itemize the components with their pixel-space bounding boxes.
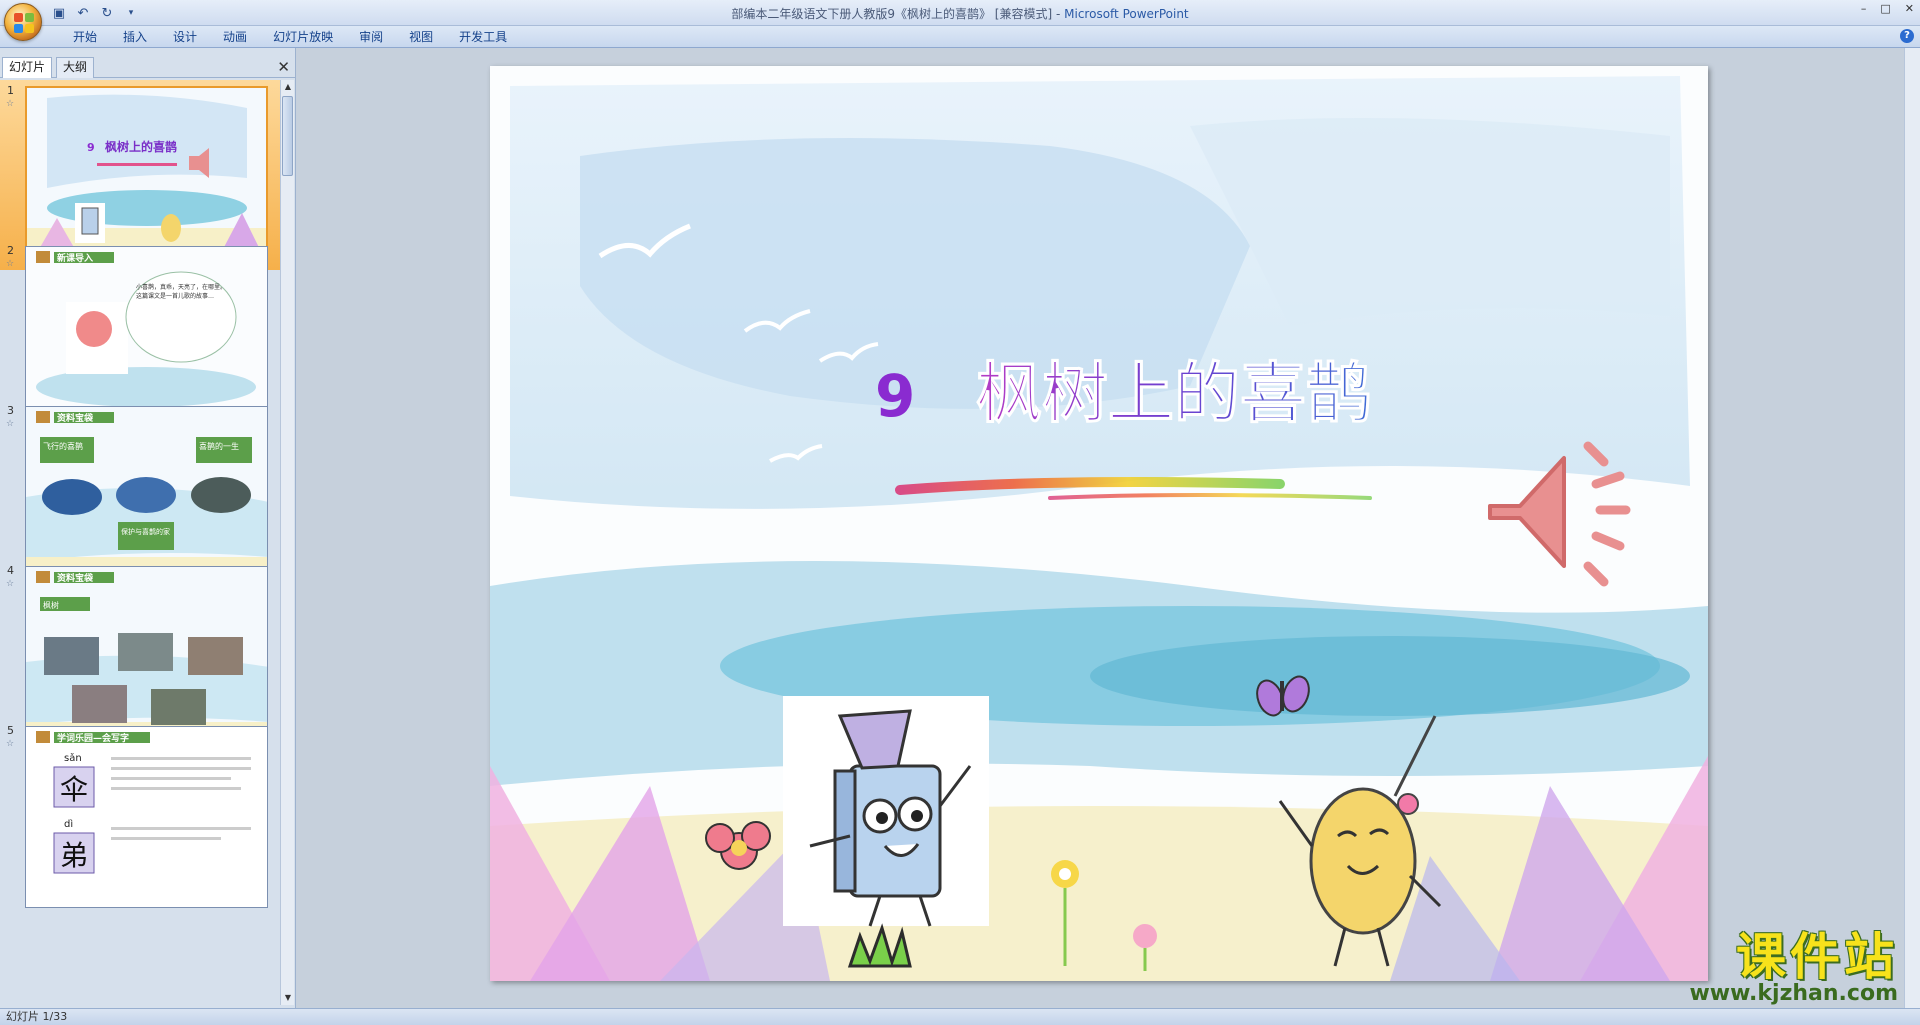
thumb-number: 2 [7, 244, 14, 257]
help-icon[interactable]: ? [1900, 29, 1914, 43]
slides-panel: 幻灯片 大纲 ✕ 1 ☆ 9 枫树上的喜鹊 2 ☆ 新课导入 小喜鹊，真乖，天亮… [0, 48, 296, 1008]
tab-slideshow[interactable]: 幻灯片放映 [260, 29, 346, 45]
ribbon: 开始 插入 设计 动画 幻灯片放映 审阅 视图 开发工具 ? [0, 26, 1920, 48]
current-slide[interactable]: 9 枫树上的喜鹊 [490, 66, 1708, 981]
close-button[interactable]: ✕ [1905, 2, 1914, 15]
thumb-label-a: 枫树 [43, 600, 59, 610]
thumb-char-2: 弟 [60, 839, 88, 872]
scroll-down-icon[interactable]: ▼ [281, 991, 295, 1005]
app-name: Microsoft PowerPoint [1064, 7, 1189, 21]
thumb-header: 新课导入 [57, 252, 93, 264]
tab-insert[interactable]: 插入 [110, 29, 160, 45]
ribbon-tabs: 开始 插入 设计 动画 幻灯片放映 审阅 视图 开发工具 [60, 29, 520, 45]
slide-editor: 9 枫树上的喜鹊 [296, 48, 1904, 1008]
tab-view[interactable]: 视图 [396, 29, 446, 45]
window-controls: – □ ✕ [1861, 2, 1914, 15]
thumb-pinyin-2: dì [64, 818, 73, 830]
thumb-pinyin-1: sǎn [64, 752, 82, 764]
slide-counter: 幻灯片 1/33 [6, 1010, 68, 1023]
slide-title: 枫树上的喜鹊 [976, 355, 1372, 432]
minimize-button[interactable]: – [1861, 2, 1867, 15]
transition-star-icon: ☆ [6, 259, 15, 269]
transition-star-icon: ☆ [6, 419, 15, 429]
thumb-title-num: 9 [87, 141, 95, 154]
thumb-label-b: 喜鹊的一生 [199, 441, 239, 451]
maximize-button[interactable]: □ [1880, 2, 1890, 15]
status-bar: 幻灯片 1/33 [0, 1008, 1920, 1025]
watermark-logo: 课件站 www.kjzhan.com [1689, 931, 1898, 1005]
thumb-label-c: 保护与喜鹊的家 [121, 527, 170, 536]
book-character [783, 696, 989, 927]
title-bar: ▣ ↶ ↻ ▾ 部编本二年级语文下册人教版9《枫树上的喜鹊》 [兼容模式] - … [0, 0, 1920, 41]
tab-developer[interactable]: 开发工具 [446, 29, 520, 45]
thumb-header: 资料宝袋 [57, 412, 94, 424]
panel-tabs: 幻灯片 大纲 ✕ [0, 54, 296, 78]
scroll-up-icon[interactable]: ▲ [281, 80, 295, 94]
tab-design[interactable]: 设计 [160, 29, 210, 45]
panel-close-icon[interactable]: ✕ [277, 58, 290, 76]
slide-thumbnail-5[interactable]: 5 ☆ 学词乐园—会写字 sǎn 伞 dì 弟 [0, 720, 280, 910]
thumb-header: 学词乐园—会写字 [57, 732, 129, 744]
thumb-number: 1 [7, 84, 14, 97]
thumb-preview: 学词乐园—会写字 sǎn 伞 dì 弟 [25, 726, 268, 908]
thumb-char-1: 伞 [60, 773, 88, 806]
office-button[interactable] [4, 3, 42, 41]
thumb-number: 4 [7, 564, 14, 577]
thumbnail-scrollbar[interactable]: ▲ ▼ [280, 80, 294, 1005]
slide-number: 9 [875, 362, 915, 430]
tab-outline[interactable]: 大纲 [56, 57, 95, 78]
thumb-number: 5 [7, 724, 14, 737]
tab-review[interactable]: 审阅 [346, 29, 396, 45]
transition-star-icon: ☆ [6, 579, 15, 589]
thumb-label-a: 飞行的喜鹊 [43, 441, 83, 451]
thumb-bubble-text: 小喜鹊，真乖，天亮了，在哪里。这篇课文是一首儿歌的故事… [136, 284, 227, 300]
tab-animations[interactable]: 动画 [210, 29, 260, 45]
document-title: 部编本二年级语文下册人教版9《枫树上的喜鹊》 [兼容模式] - [731, 7, 1065, 21]
watermark-url: www.kjzhan.com [1689, 981, 1898, 1006]
editor-scrollbar[interactable] [1904, 48, 1920, 1008]
office-logo-icon [14, 13, 34, 33]
thumb-header: 资料宝袋 [57, 572, 94, 584]
thumb-number: 3 [7, 404, 14, 417]
thumb-title: 枫树上的喜鹊 [105, 139, 177, 154]
thumbnail-list: 1 ☆ 9 枫树上的喜鹊 2 ☆ 新课导入 小喜鹊，真乖，天亮了，在哪里。这篇课… [0, 80, 280, 1000]
watermark-main: 课件站 [1736, 928, 1898, 986]
tab-home[interactable]: 开始 [60, 29, 110, 45]
scroll-thumb[interactable] [282, 96, 293, 176]
tab-slides[interactable]: 幻灯片 [2, 57, 53, 78]
window-title: 部编本二年级语文下册人教版9《枫树上的喜鹊》 [兼容模式] - Microsof… [0, 5, 1920, 22]
transition-star-icon: ☆ [6, 739, 15, 749]
transition-star-icon: ☆ [6, 99, 15, 109]
